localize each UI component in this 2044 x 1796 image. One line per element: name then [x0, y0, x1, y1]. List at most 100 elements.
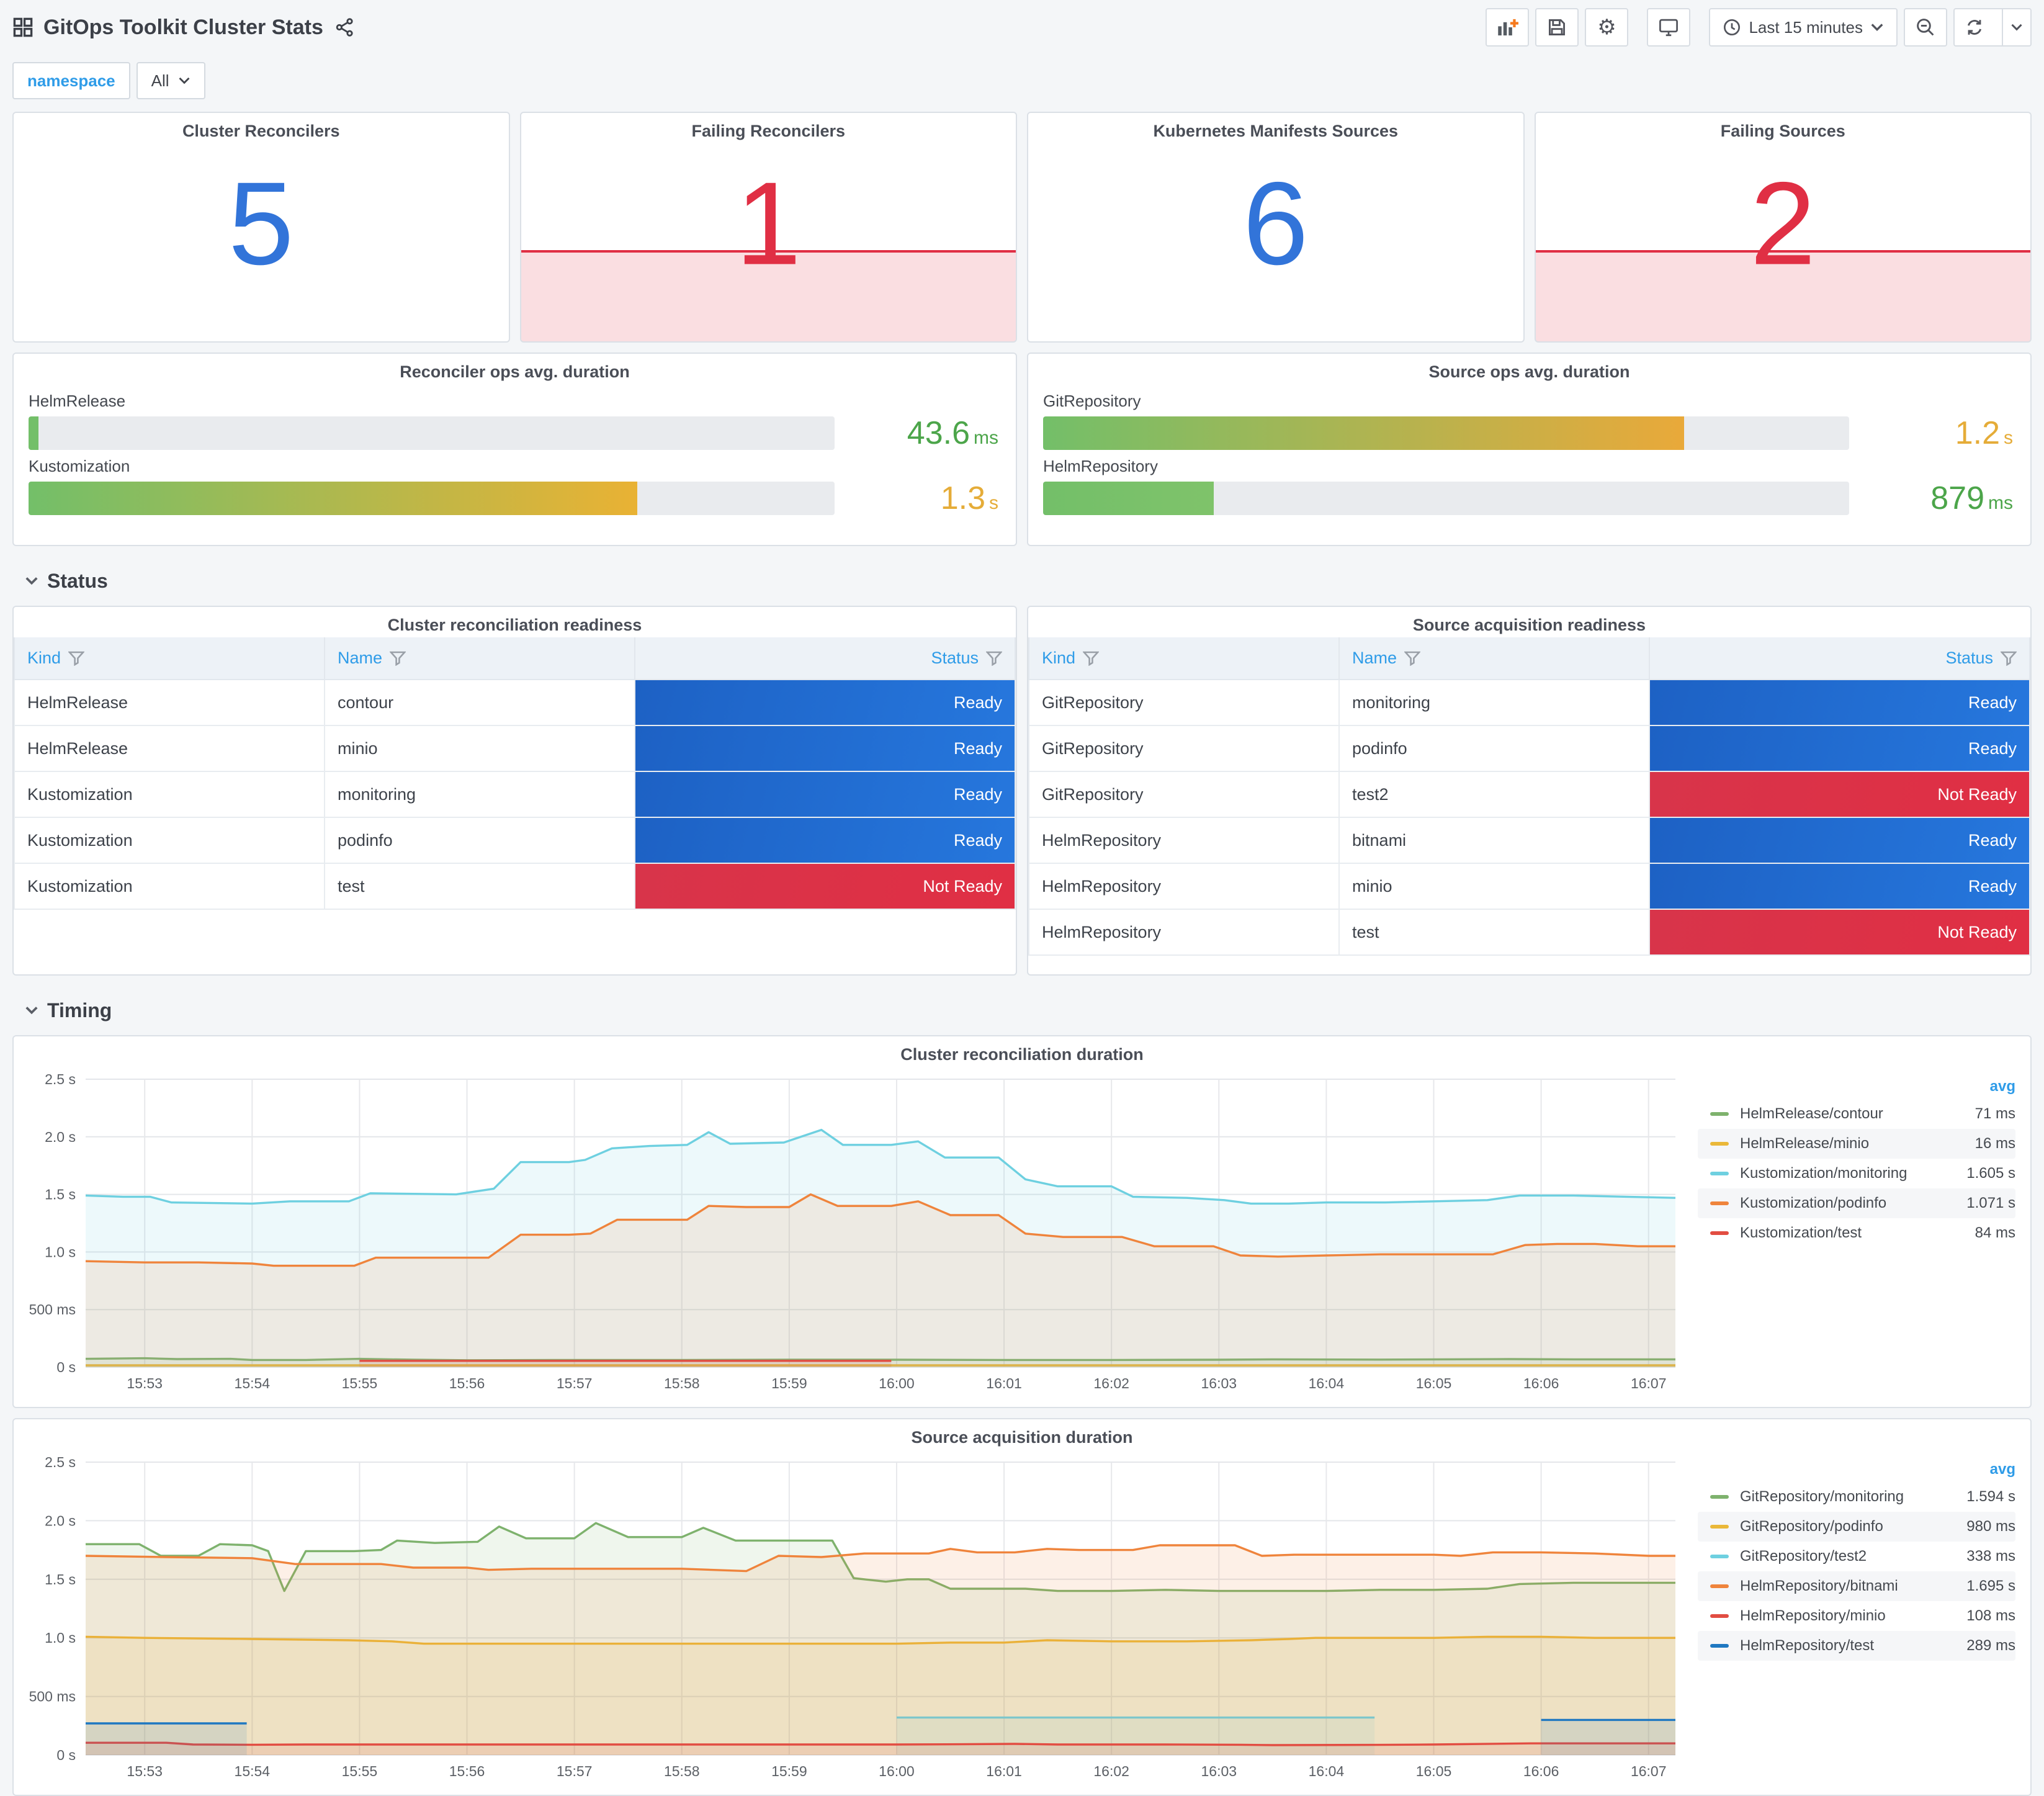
panel-title[interactable]: Source acquisition readiness — [1028, 607, 2030, 637]
chart-body: 0 s 500 ms 1.0 s 1.5 s 2.0 s 2.5 s 15:53 15:54 1… — [14, 1450, 2030, 1795]
table-row: HelmRepository bitnami Ready — [1028, 817, 2031, 864]
tv-mode-button[interactable] — [1647, 8, 1691, 47]
legend-avg-value: 71 ms — [1975, 1105, 2015, 1122]
legend-item[interactable]: Kustomization/monitoring 1.605 s — [1698, 1159, 2015, 1188]
legend-item[interactable]: HelmRepository/minio 108 ms — [1698, 1601, 2015, 1631]
share-icon[interactable] — [336, 18, 354, 37]
panel-title[interactable]: Kubernetes Manifests Sources — [1028, 113, 1523, 143]
svg-text:2.0 s: 2.0 s — [45, 1129, 76, 1145]
panel-title[interactable]: Cluster Reconcilers — [14, 113, 509, 143]
column-header-status[interactable]: Status — [634, 637, 1016, 680]
filter-icon — [986, 651, 1002, 666]
panel-title[interactable]: Cluster reconciliation readiness — [14, 607, 1016, 637]
panel-cluster-reconciliation-duration: Cluster reconciliation duration 0 s 500 ms… — [12, 1035, 2032, 1408]
column-header-kind[interactable]: Kind — [13, 637, 326, 680]
svg-text:16:02: 16:02 — [1093, 1375, 1129, 1391]
refresh-icon — [1955, 9, 1994, 45]
legend-item[interactable]: HelmRepository/bitnami 1.695 s — [1698, 1571, 2015, 1601]
legend-item[interactable]: GitRepository/podinfo 980 ms — [1698, 1512, 2015, 1542]
time-series-plot[interactable]: 0 s 500 ms 1.0 s 1.5 s 2.0 s 2.5 s 15:53 15:54 1… — [16, 1450, 1698, 1792]
panel-title[interactable]: Source ops avg. duration — [1028, 354, 2030, 384]
svg-text:15:54: 15:54 — [235, 1763, 271, 1779]
svg-text:15:55: 15:55 — [342, 1763, 378, 1779]
legend-item[interactable]: HelmRepository/test 289 ms — [1698, 1631, 2015, 1661]
section-timing-label: Timing — [47, 999, 112, 1021]
table-header-row: Kind Name Status — [1028, 637, 2031, 680]
refresh-interval-dropdown[interactable] — [2002, 9, 2030, 45]
status-cell: Ready — [634, 725, 1016, 772]
legend-item[interactable]: Kustomization/test 84 ms — [1698, 1218, 2015, 1248]
table-header-row: Kind Name Status — [13, 637, 1016, 680]
legend-avg-value: 1.605 s — [1966, 1165, 2015, 1182]
gauge-fill — [1043, 416, 1684, 450]
table-cell: minio — [324, 725, 636, 772]
panel-source-acquisition-readiness: Source acquisition readiness Kind Name Stat… — [1027, 606, 2032, 976]
panel-title[interactable]: Cluster reconciliation duration — [14, 1036, 2030, 1067]
column-header-label: Kind — [1042, 649, 1076, 667]
series-color-icon — [1710, 1584, 1729, 1588]
panel-source-acquisition-duration: Source acquisition duration 0 s 500 ms 1.0 … — [12, 1418, 2032, 1796]
legend-header: avg — [1698, 1457, 2015, 1482]
column-header-kind[interactable]: Kind — [1028, 637, 1340, 680]
svg-text:16:05: 16:05 — [1416, 1763, 1452, 1779]
legend-item[interactable]: HelmRelease/minio 16 ms — [1698, 1129, 2015, 1159]
panel-title[interactable]: Source acquisition duration — [14, 1419, 2030, 1450]
legend-item[interactable]: Kustomization/podinfo 1.071 s — [1698, 1188, 2015, 1218]
legend-avg-value: 338 ms — [1966, 1548, 2015, 1565]
time-series-plot[interactable]: 0 s 500 ms 1.0 s 1.5 s 2.0 s 2.5 s 15:53 15:54 1… — [16, 1067, 1698, 1404]
column-header-name[interactable]: Name — [1338, 637, 1651, 680]
column-header-name[interactable]: Name — [324, 637, 636, 680]
panel-title[interactable]: Failing Sources — [1536, 113, 2031, 143]
table-cell: GitRepository — [1028, 771, 1340, 818]
table-row: Kustomization test Not Ready — [13, 863, 1016, 910]
legend-header: avg — [1698, 1074, 2015, 1099]
svg-text:15:58: 15:58 — [664, 1763, 700, 1779]
legend-series-name: GitRepository/podinfo — [1740, 1518, 1883, 1535]
gauge-value: 879 ms — [1867, 480, 2013, 517]
variable-namespace-value[interactable]: All — [136, 62, 205, 99]
save-dashboard-button[interactable] — [1535, 8, 1579, 47]
svg-text:16:06: 16:06 — [1523, 1763, 1559, 1779]
section-timing[interactable]: Timing — [12, 986, 2032, 1035]
time-range-picker[interactable]: Last 15 minutes — [1709, 8, 1898, 47]
gauge-fill — [29, 416, 38, 450]
legend-series-name: Kustomization/monitoring — [1740, 1165, 1907, 1182]
status-cell: Not Ready — [634, 863, 1016, 910]
filter-icon — [1404, 651, 1421, 666]
table-cell: GitRepository — [1028, 679, 1340, 726]
chevron-down-icon — [2011, 24, 2022, 31]
legend-avg-header[interactable]: avg — [1936, 1078, 2015, 1095]
svg-text:0 s: 0 s — [56, 1359, 76, 1375]
svg-text:15:58: 15:58 — [664, 1375, 700, 1391]
filter-icon — [68, 651, 85, 666]
section-status[interactable]: Status — [12, 556, 2032, 606]
dashboard-settings-button[interactable]: ⚙ — [1585, 8, 1629, 47]
panel-title[interactable]: Failing Reconcilers — [521, 113, 1016, 143]
svg-text:2.5 s: 2.5 s — [45, 1071, 76, 1087]
series-color-icon — [1710, 1495, 1729, 1499]
status-cell: Ready — [1649, 817, 2031, 864]
zoom-out-button[interactable] — [1904, 8, 1947, 47]
column-header-label: Status — [1945, 649, 1993, 667]
legend-item[interactable]: GitRepository/test2 338 ms — [1698, 1542, 2015, 1571]
column-header-label: Name — [338, 649, 383, 667]
variable-namespace-label[interactable]: namespace — [12, 62, 130, 99]
page-title[interactable]: GitOps Toolkit Cluster Stats — [43, 16, 323, 40]
svg-text:0 s: 0 s — [56, 1747, 76, 1763]
column-header-status[interactable]: Status — [1649, 637, 2031, 680]
series-color-icon — [1710, 1142, 1729, 1146]
legend-avg-header[interactable]: avg — [1936, 1461, 2015, 1478]
status-cell: Not Ready — [1649, 909, 2031, 956]
status-cell: Ready — [1649, 725, 2031, 772]
gauge-item-kustomization: Kustomization 1.3 s — [29, 457, 998, 517]
series-color-icon — [1710, 1172, 1729, 1175]
legend-item[interactable]: GitRepository/monitoring 1.594 s — [1698, 1482, 2015, 1512]
gauge-label: Kustomization — [29, 457, 130, 475]
panel-title[interactable]: Reconciler ops avg. duration — [14, 354, 1016, 384]
legend-series-name: HelmRelease/contour — [1740, 1105, 1883, 1122]
table-cell: test — [324, 863, 636, 910]
gauge-value-number: 43.6 — [907, 415, 970, 451]
legend-item[interactable]: HelmRelease/contour 71 ms — [1698, 1099, 2015, 1129]
add-panel-button[interactable] — [1486, 8, 1530, 47]
refresh-button[interactable] — [1953, 8, 2032, 47]
